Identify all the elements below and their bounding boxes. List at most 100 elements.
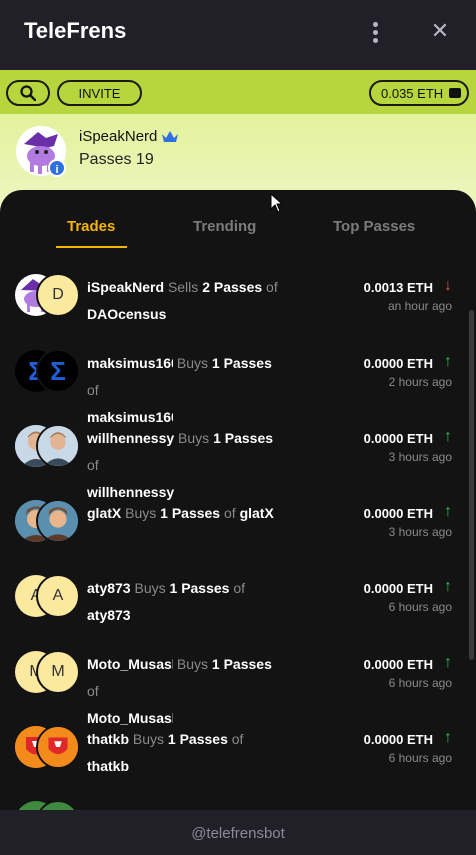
- balance-value: 0.035 ETH: [381, 85, 444, 101]
- trade-time: 6 hours ago: [388, 676, 452, 690]
- trade-amount: 0.0000 ETH: [363, 581, 433, 596]
- subject-name[interactable]: willhennessy: [87, 484, 174, 500]
- trade-row[interactable]: thatkb Buys 1 Passes of thatkb 0.0000 ET…: [0, 725, 476, 801]
- trade-row[interactable]: willhennessy Buys 1 Passes of willhennes…: [0, 424, 476, 500]
- subject-name[interactable]: glatX: [240, 505, 274, 521]
- active-tab-indicator: [56, 246, 127, 248]
- trade-description: aty873 Buys 1 Passes of aty873: [87, 575, 287, 629]
- arrow-down-icon: ↓: [444, 277, 452, 294]
- invite-button[interactable]: INVITE: [57, 80, 142, 106]
- trade-description: maksimus1608 Buys 1 Passes of maksimus16…: [87, 350, 287, 431]
- of-word: of: [87, 457, 99, 473]
- of-word: of: [87, 683, 99, 699]
- trade-row[interactable]: M M Moto_Musashi Buys 1 Passes of Moto_M…: [0, 650, 476, 726]
- trade-amount: 0.0013 ETH: [363, 280, 433, 295]
- pass-count: 1: [213, 430, 221, 446]
- tab-top-passes[interactable]: Top Passes: [333, 218, 415, 235]
- tab-trades[interactable]: Trades: [67, 218, 115, 235]
- action-bar: INVITE 0.035 ETH: [0, 70, 476, 114]
- trade-row[interactable]: Σ Σ maksimus1608 Buys 1 Passes of maksim…: [0, 349, 476, 425]
- arrow-up-icon: ↑: [444, 729, 452, 746]
- subject-name[interactable]: thatkb: [87, 758, 129, 774]
- trade-amount: 0.0000 ETH: [363, 431, 433, 446]
- trade-action: Buys: [176, 355, 209, 371]
- subject-avatar: [36, 499, 80, 543]
- trade-description: glatX Buys 1 Passes of glatX: [87, 500, 287, 527]
- close-icon[interactable]: ✕: [428, 18, 452, 44]
- arrow-up-icon: ↑: [444, 503, 452, 520]
- trade-row[interactable]: glatX Buys 1 Passes of glatX 0.0000 ETH …: [0, 499, 476, 575]
- passes-word: Passes: [223, 656, 272, 672]
- trade-time: 6 hours ago: [388, 751, 452, 765]
- profile-name: iSpeakNerd: [79, 128, 158, 145]
- trade-time: 6 hours ago: [388, 600, 452, 614]
- trade-description: iSpeakNerd Sells 2 Passes of DAOcensus: [87, 274, 287, 328]
- pass-count: 1: [211, 355, 220, 371]
- subject-avatar: D: [36, 273, 80, 317]
- pass-count: 1: [169, 580, 178, 596]
- passes-word: Passes: [223, 355, 272, 371]
- subject-name[interactable]: DAOcensus: [87, 306, 166, 322]
- subject-avatar: [36, 725, 80, 769]
- trade-amount: 0.0000 ETH: [363, 506, 433, 521]
- trade-action: Buys: [125, 505, 157, 521]
- passes-word: Passes: [181, 580, 230, 596]
- pass-count: 1: [211, 656, 220, 672]
- passes-word: Passes: [179, 731, 228, 747]
- arrow-up-icon: ↑: [444, 428, 452, 445]
- subject-avatar: Σ: [36, 349, 80, 393]
- subject-avatar: [36, 424, 80, 468]
- of-word: of: [233, 580, 246, 596]
- trade-description: Moto_Musashi Buys 1 Passes of Moto_Musas…: [87, 651, 287, 732]
- profile-name-row: iSpeakNerd: [79, 128, 179, 145]
- trader-name[interactable]: aty873: [87, 580, 131, 596]
- pass-count: 2: [202, 279, 210, 295]
- arrow-up-icon: ↑: [444, 578, 452, 595]
- trader-name[interactable]: glatX: [87, 505, 121, 521]
- more-options-icon[interactable]: [366, 20, 384, 46]
- passes-word: Passes: [213, 279, 263, 295]
- trade-description: willhennessy Buys 1 Passes of willhennes…: [87, 425, 287, 506]
- trade-description: thatkb Buys 1 Passes of thatkb: [87, 726, 287, 780]
- arrow-up-icon: ↑: [444, 353, 452, 370]
- search-icon: [20, 85, 36, 101]
- trader-name[interactable]: willhennessy: [87, 430, 174, 446]
- bot-handle-footer: @telefrensbot: [0, 810, 476, 855]
- trade-amount: 0.0000 ETH: [363, 732, 433, 747]
- of-word: of: [231, 731, 244, 747]
- trade-amount: 0.0000 ETH: [363, 657, 433, 672]
- title-bar: TeleFrens ✕: [0, 0, 476, 70]
- passes-word: Passes: [171, 505, 221, 521]
- search-button[interactable]: [6, 80, 50, 106]
- tab-trending[interactable]: Trending: [193, 218, 256, 235]
- passes-word: Passes: [224, 430, 274, 446]
- of-word: of: [266, 279, 278, 295]
- trades-panel: Trades Trending Top Passes D iSpeakNerd …: [0, 190, 476, 810]
- trade-action: Buys: [176, 656, 209, 672]
- trade-time: an hour ago: [387, 299, 452, 313]
- trader-name[interactable]: Moto_Musashi: [87, 651, 173, 678]
- subject-name[interactable]: aty873: [87, 607, 131, 623]
- subject-avatar: M: [36, 650, 80, 694]
- trade-amount: 0.0000 ETH: [363, 356, 433, 371]
- wallet-balance-button[interactable]: 0.035 ETH: [369, 80, 469, 106]
- trade-action: Buys: [134, 580, 166, 596]
- scrollbar[interactable]: [469, 310, 474, 660]
- trade-action: Sells: [167, 279, 199, 295]
- trade-row[interactable]: A A aty873 Buys 1 Passes of aty873 0.000…: [0, 574, 476, 650]
- trade-action: Buys: [178, 430, 210, 446]
- arrow-up-icon: ↑: [444, 654, 452, 671]
- subject-avatar: A: [36, 574, 80, 618]
- trader-name[interactable]: thatkb: [87, 731, 129, 747]
- trader-name[interactable]: maksimus1608: [87, 350, 173, 377]
- info-icon[interactable]: i: [48, 159, 66, 177]
- trade-action: Buys: [132, 731, 165, 747]
- trade-time: 3 hours ago: [388, 450, 452, 464]
- crown-icon: [162, 130, 179, 142]
- trade-row[interactable]: D iSpeakNerd Sells 2 Passes of DAOcensus…: [0, 273, 476, 349]
- trader-name[interactable]: iSpeakNerd: [87, 279, 164, 295]
- trade-row-partial[interactable]: [0, 800, 476, 810]
- pass-count: 1: [160, 505, 168, 521]
- of-word: of: [224, 505, 236, 521]
- mouse-cursor-icon: [270, 193, 284, 213]
